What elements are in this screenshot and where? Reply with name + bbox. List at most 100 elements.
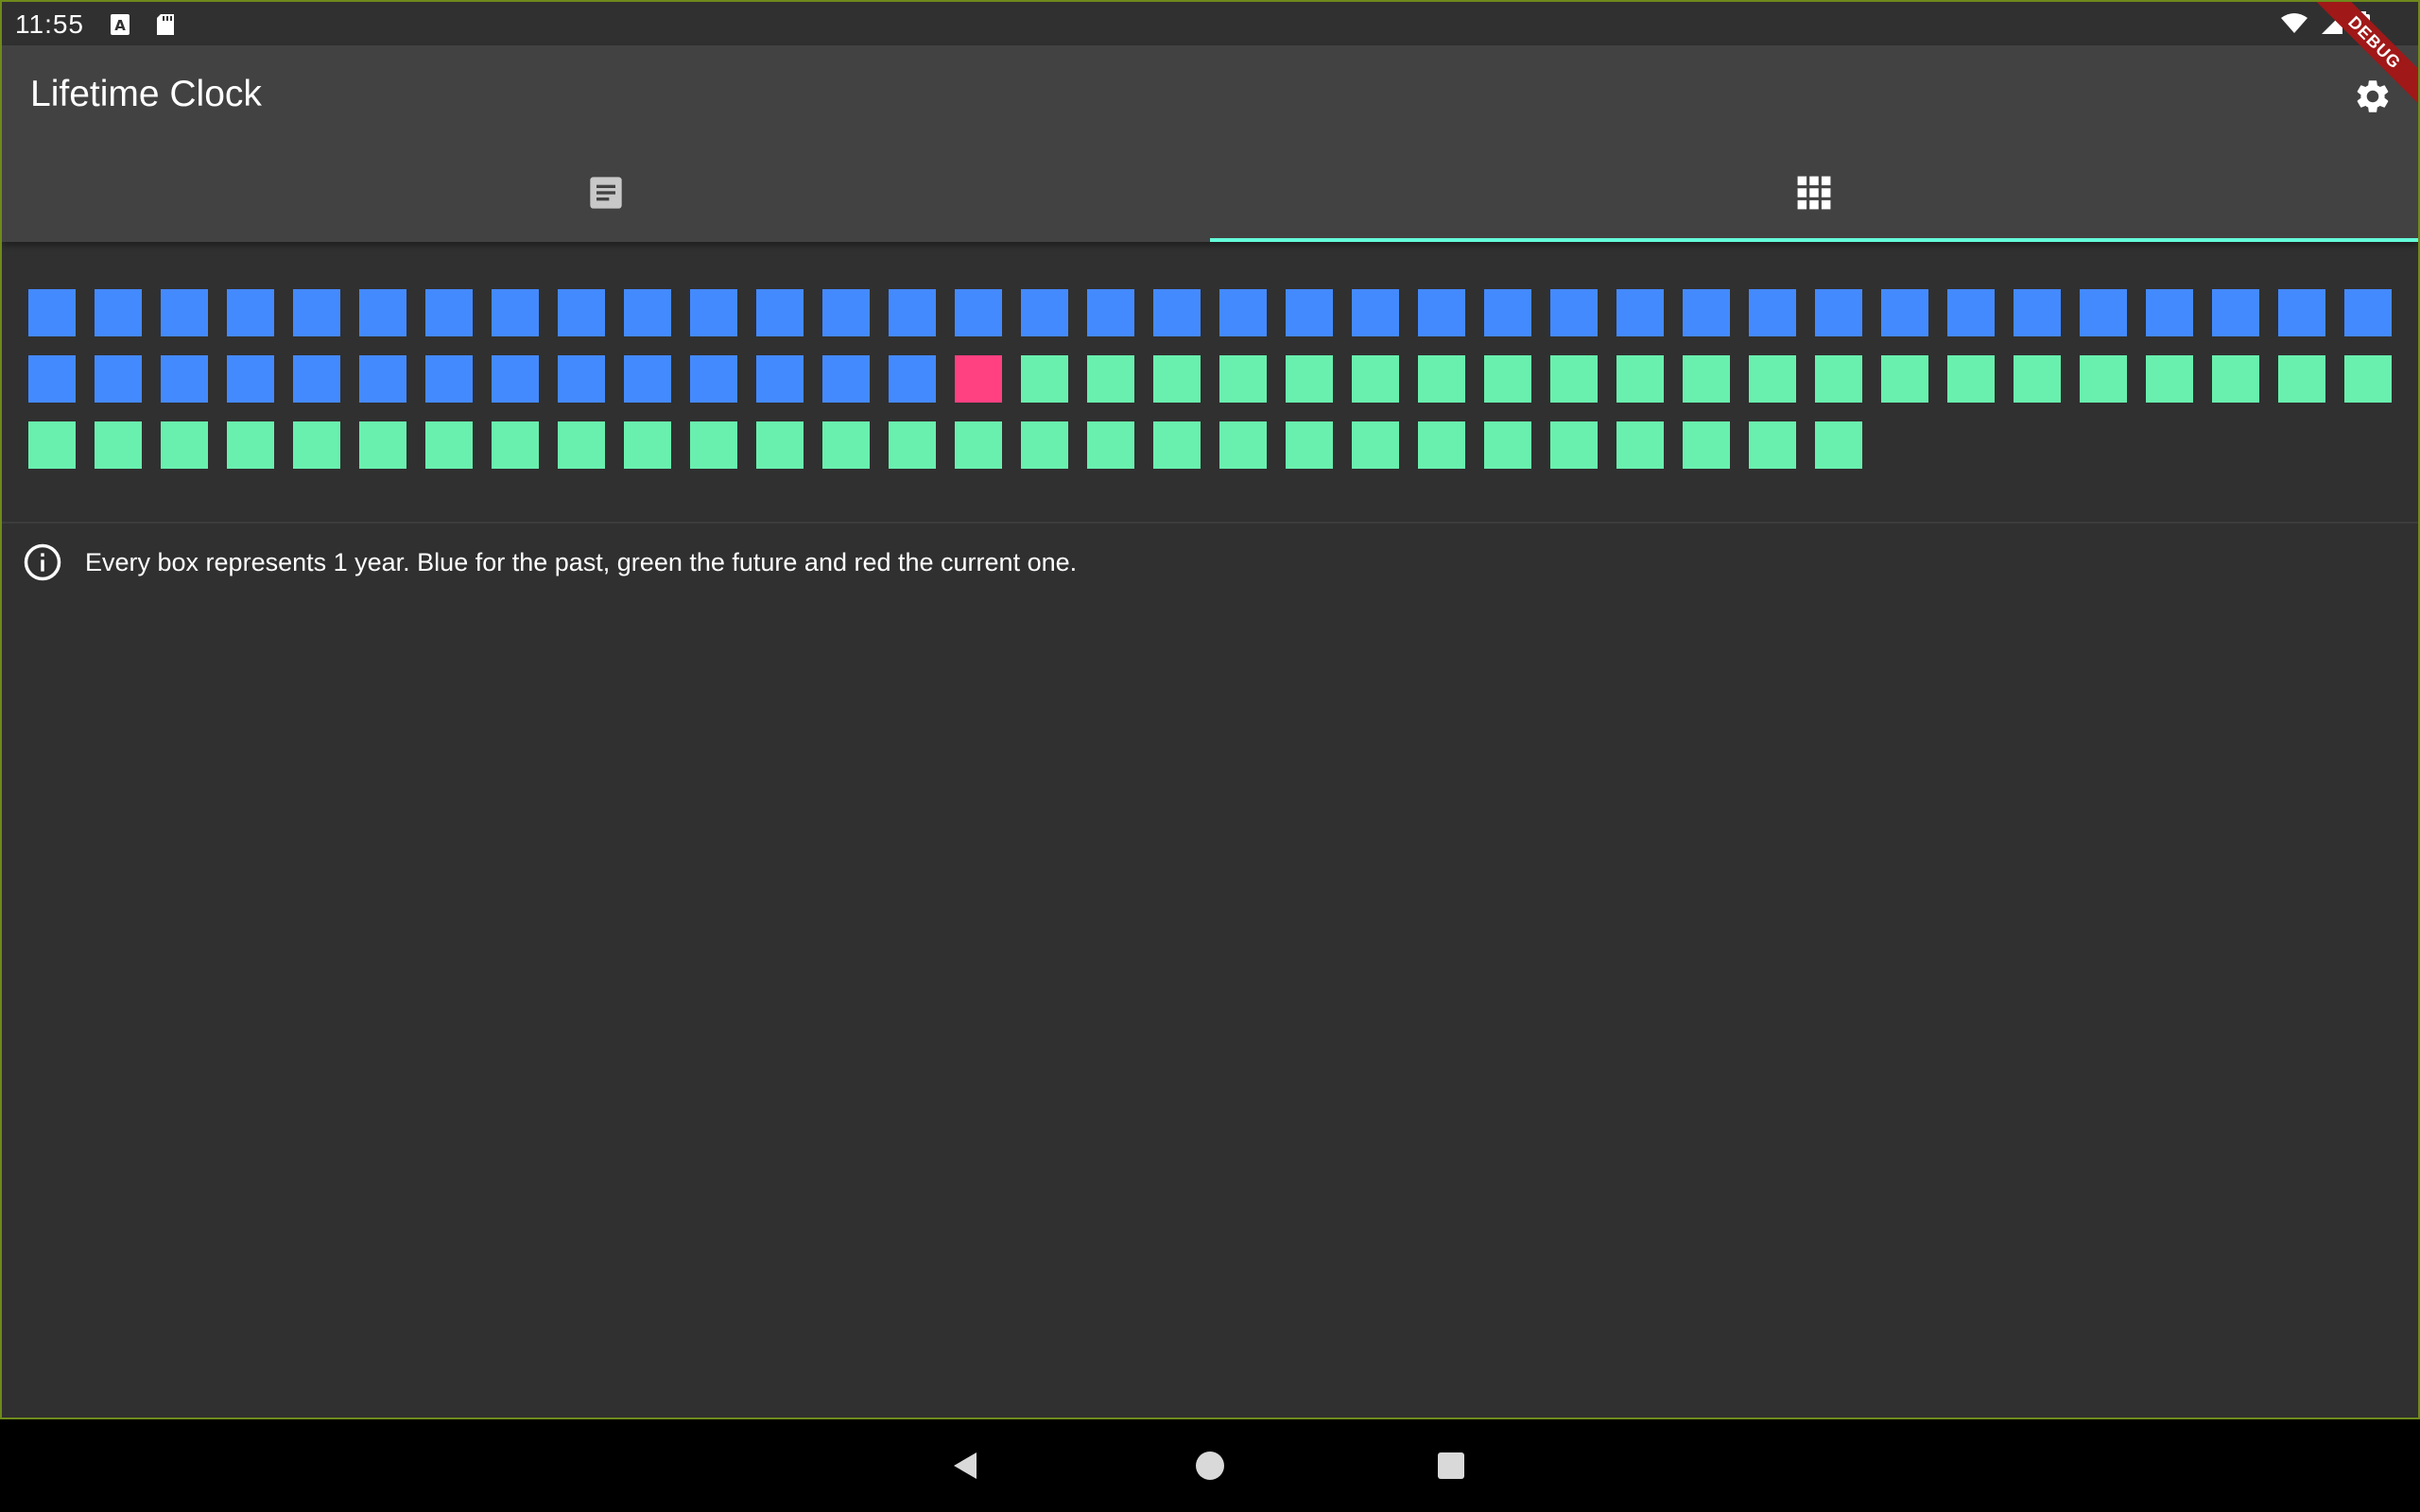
- year-box-past: [822, 289, 870, 336]
- year-box-past: [1087, 289, 1134, 336]
- year-box-future: [2212, 355, 2259, 403]
- info-outline-icon: [24, 543, 61, 581]
- year-box-past: [624, 355, 671, 403]
- year-box-past: [28, 355, 76, 403]
- year-box-future: [955, 421, 1002, 469]
- year-box-future: [227, 421, 274, 469]
- year-box-past: [955, 289, 1002, 336]
- year-box-past: [95, 289, 142, 336]
- year-box-future: [1815, 355, 1862, 403]
- year-box-future: [1219, 421, 1267, 469]
- gear-icon: [2357, 80, 2389, 112]
- year-box-future: [2278, 355, 2325, 403]
- year-box-past: [1352, 289, 1399, 336]
- year-box-future: [1881, 355, 1928, 403]
- settings-button[interactable]: [2348, 72, 2397, 121]
- tab-indicator: [1210, 238, 2418, 242]
- wifi-icon: [2280, 12, 2308, 40]
- year-box-past: [756, 289, 804, 336]
- year-box-future: [558, 421, 605, 469]
- recents-icon: [1438, 1452, 1464, 1479]
- svg-text:A: A: [114, 17, 126, 34]
- year-box-future: [1616, 355, 1664, 403]
- year-box-past: [1616, 289, 1664, 336]
- year-box-past: [425, 289, 473, 336]
- app-window: 11:55 A DEBUG Lifetime Clock Every box r…: [0, 0, 2420, 1419]
- year-box-future: [1484, 421, 1531, 469]
- year-box-future: [293, 421, 340, 469]
- app-bar: Lifetime Clock: [2, 45, 2418, 242]
- year-box-past: [2212, 289, 2259, 336]
- year-box-past: [425, 355, 473, 403]
- year-box-past: [558, 289, 605, 336]
- back-icon: [954, 1452, 977, 1479]
- sd-card-icon: [155, 13, 176, 36]
- year-box-past: [1947, 289, 1995, 336]
- year-box-future: [28, 421, 76, 469]
- apps-grid-icon: [1797, 176, 1831, 210]
- year-box-future: [1352, 355, 1399, 403]
- year-box-future: [2344, 355, 2392, 403]
- year-box-future: [359, 421, 406, 469]
- year-box-future: [1352, 421, 1399, 469]
- year-box-past: [624, 289, 671, 336]
- year-box-past: [359, 355, 406, 403]
- year-box-future: [2146, 355, 2193, 403]
- article-icon: [590, 177, 622, 209]
- year-box-past: [2278, 289, 2325, 336]
- year-box-past: [2344, 289, 2392, 336]
- status-time: 11:55: [15, 9, 84, 39]
- info-row: Every box represents 1 year. Blue for th…: [23, 542, 1077, 582]
- divider: [2, 522, 2418, 524]
- recents-button[interactable]: [1427, 1442, 1475, 1489]
- year-box-past: [1484, 289, 1531, 336]
- year-box-future: [1616, 421, 1664, 469]
- year-box-future: [1947, 355, 1995, 403]
- year-box-past: [889, 355, 936, 403]
- year-box-future: [1286, 421, 1333, 469]
- year-box-past: [822, 355, 870, 403]
- year-box-future: [756, 421, 804, 469]
- year-box-future: [1153, 355, 1201, 403]
- year-box-past: [1286, 289, 1333, 336]
- year-box-past: [161, 289, 208, 336]
- year-box-future: [1418, 421, 1465, 469]
- year-box-future: [1021, 355, 1068, 403]
- year-box-past: [690, 289, 737, 336]
- year-box-past: [95, 355, 142, 403]
- year-box-future: [1087, 421, 1134, 469]
- year-box-past: [1881, 289, 1928, 336]
- year-box-future: [1087, 355, 1134, 403]
- year-box-future: [161, 421, 208, 469]
- year-box-future: [1749, 421, 1796, 469]
- year-box-future: [1418, 355, 1465, 403]
- year-box-past: [359, 289, 406, 336]
- year-box-future: [425, 421, 473, 469]
- year-box-past: [161, 355, 208, 403]
- tab-details[interactable]: [2, 144, 1210, 242]
- home-icon: [1196, 1452, 1224, 1480]
- year-box-past: [889, 289, 936, 336]
- status-bar: 11:55 A: [2, 2, 2418, 45]
- back-button[interactable]: [942, 1442, 989, 1489]
- year-box-past: [1021, 289, 1068, 336]
- year-box-future: [1683, 421, 1730, 469]
- year-box-past: [1749, 289, 1796, 336]
- year-box-past: [2146, 289, 2193, 336]
- year-box-future: [2014, 355, 2061, 403]
- app-title: Lifetime Clock: [30, 74, 262, 114]
- year-box-past: [227, 289, 274, 336]
- year-box-past: [492, 289, 539, 336]
- year-box-future: [1550, 355, 1598, 403]
- tab-grid[interactable]: [1210, 144, 2418, 242]
- year-box-past: [1153, 289, 1201, 336]
- home-button[interactable]: [1186, 1442, 1234, 1489]
- year-box-past: [293, 289, 340, 336]
- year-box-past: [690, 355, 737, 403]
- year-box-future: [1683, 355, 1730, 403]
- year-box-past: [1683, 289, 1730, 336]
- life-year-grid: [28, 289, 2401, 469]
- year-box-future: [822, 421, 870, 469]
- year-box-current: [955, 355, 1002, 403]
- year-box-past: [293, 355, 340, 403]
